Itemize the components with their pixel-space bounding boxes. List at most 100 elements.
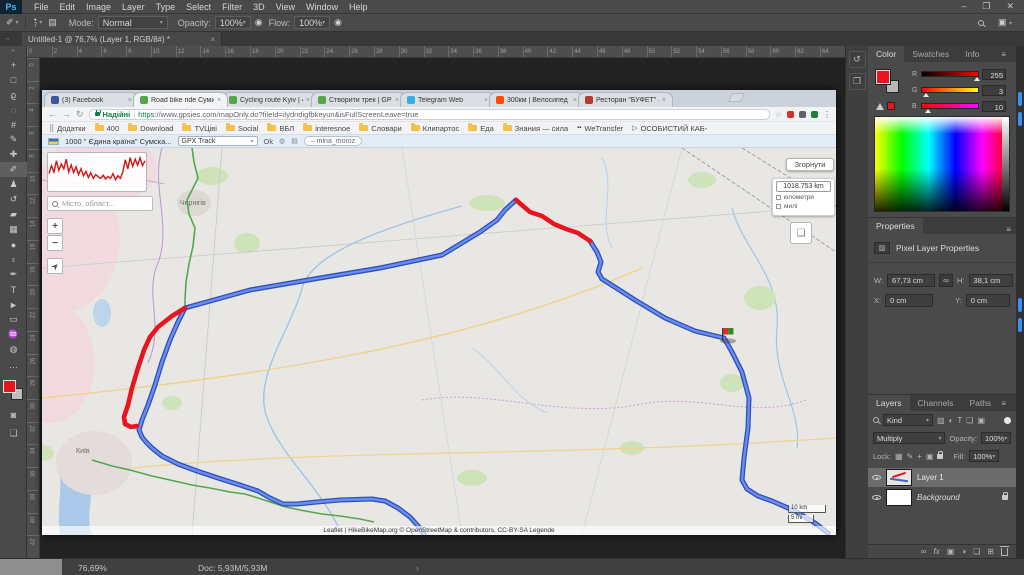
type-tool[interactable]: T: [0, 282, 27, 297]
layer-row-layer1[interactable]: Layer 1: [868, 468, 1016, 487]
kilometers-checkbox[interactable]: [776, 195, 781, 200]
filter-type-icon[interactable]: T: [957, 416, 962, 425]
blue-slider[interactable]: [921, 103, 979, 109]
visibility-eye-icon[interactable]: [872, 475, 881, 480]
menu-item[interactable]: Edit: [60, 2, 76, 12]
screen-mode-icon[interactable]: ❏: [0, 428, 27, 439]
menu-item[interactable]: Type: [156, 2, 176, 12]
close-icon[interactable]: ✕: [1006, 1, 1014, 12]
filter-smart-object-icon[interactable]: ▣: [977, 416, 985, 425]
delete-layer-icon[interactable]: [1001, 548, 1008, 556]
menu-item[interactable]: File: [34, 2, 49, 12]
bookmark-slovari[interactable]: Словари: [359, 124, 401, 133]
track-type-select[interactable]: GPX Track▾: [178, 136, 258, 146]
navigator-panel-icon[interactable]: ❐: [849, 73, 866, 90]
rect-marquee-tool[interactable]: □: [0, 72, 27, 87]
zoom-tool[interactable]: ◍: [0, 342, 27, 357]
gradient-tool[interactable]: ▦: [0, 222, 27, 237]
visibility-eye-icon[interactable]: [872, 495, 881, 500]
tab-close-icon[interactable]: ×: [662, 97, 666, 104]
color-swatches[interactable]: [3, 380, 25, 402]
panel-menu-icon[interactable]: ≡: [1006, 225, 1016, 234]
tab-close-icon[interactable]: ×: [217, 97, 221, 104]
height-field[interactable]: 38,1 cm: [969, 274, 1013, 287]
bookmark-wetransfer[interactable]: ▪▪ WeTransfer: [577, 124, 623, 133]
zoom-out-button[interactable]: −: [47, 235, 63, 251]
menu-item[interactable]: Image: [86, 2, 111, 12]
bookmark-interesnoe[interactable]: interesnoe: [303, 124, 350, 133]
opacity-select[interactable]: 100%▾: [215, 16, 251, 29]
menu-item[interactable]: Help: [349, 2, 368, 12]
dodge-tool[interactable]: ♀: [0, 252, 27, 267]
tab-close-icon[interactable]: ×: [306, 97, 310, 104]
tab-telegram[interactable]: Telegram Web ×: [400, 92, 495, 107]
locate-button[interactable]: ➤: [47, 258, 63, 274]
lock-transparency-icon[interactable]: ▦: [895, 452, 903, 461]
clone-stamp-tool[interactable]: ♟: [0, 177, 27, 192]
search-icon[interactable]: [978, 20, 984, 26]
pressure-opacity-icon[interactable]: ◉: [255, 17, 263, 28]
forward-icon[interactable]: →: [62, 109, 71, 119]
bookmark-tv[interactable]: ТVЦіві: [182, 124, 216, 133]
brush-preset-picker[interactable]: ●7: [34, 18, 38, 28]
map-search-input[interactable]: Місто, област...: [47, 196, 153, 211]
tab-info[interactable]: Info: [957, 46, 987, 62]
filter-shape-icon[interactable]: ❏: [966, 416, 973, 425]
tab-properties[interactable]: Properties: [868, 218, 923, 234]
bookmark-eda[interactable]: Еда: [468, 124, 494, 133]
tab-channels[interactable]: Channels: [910, 395, 962, 411]
tab-gpsies-kyiv[interactable]: Cycling route Kyiv | 400... ×: [222, 92, 317, 107]
layer-fill-select[interactable]: 100%▾: [969, 450, 999, 462]
link-dimensions-icon[interactable]: ∞: [939, 274, 953, 287]
gamut-swatch[interactable]: [887, 102, 895, 110]
menu-item[interactable]: View: [276, 2, 295, 12]
history-panel-icon[interactable]: ↺: [849, 51, 866, 68]
lock-all-icon[interactable]: [937, 454, 943, 459]
panel-menu-icon[interactable]: ≡: [1001, 399, 1011, 408]
bookmark-download[interactable]: Download: [128, 124, 173, 133]
menu-item[interactable]: Select: [186, 2, 211, 12]
tab-layers[interactable]: Layers: [868, 395, 910, 411]
pen-tool[interactable]: ✒: [0, 267, 27, 282]
hand-tool[interactable]: ♒: [0, 327, 27, 342]
document-tab[interactable]: Untitled-1 @ 76,7% (Layer 1, RGB/8#) * ×: [22, 32, 222, 46]
tab-close-icon[interactable]: ×: [395, 97, 399, 104]
healing-brush-tool[interactable]: ✚: [0, 147, 27, 162]
new-layer-icon[interactable]: ⊞: [987, 547, 994, 556]
layer-thumbnail[interactable]: [886, 489, 912, 506]
blue-value[interactable]: 10: [982, 101, 1006, 112]
track-title[interactable]: 1000 " Єдина країна" Сумска...: [65, 137, 172, 146]
path-selection-tool[interactable]: ►: [0, 297, 27, 312]
green-slider[interactable]: [921, 87, 979, 93]
ok-button[interactable]: Ok: [264, 137, 274, 146]
quick-selection-tool[interactable]: ◌: [0, 102, 27, 117]
tab-restaurant[interactable]: Ресторан "БУФЕТ" – Ки... ×: [578, 92, 673, 107]
green-value[interactable]: 3: [982, 85, 1006, 96]
download-icon[interactable]: ◍: [279, 137, 285, 145]
tab-gpsies-create[interactable]: Створити трек | GPSies ×: [311, 92, 406, 107]
layer-row-background[interactable]: Background: [868, 488, 1016, 507]
extension-icon-green[interactable]: [811, 111, 818, 118]
lock-position-icon[interactable]: +: [917, 452, 922, 461]
toolbar-collapse-icon[interactable]: »: [0, 46, 26, 57]
filter-pixel-icon[interactable]: ▨: [937, 416, 945, 425]
layer-thumbnail[interactable]: [886, 469, 912, 486]
tab-color[interactable]: Color: [868, 46, 904, 62]
panel-color-swatches[interactable]: [876, 70, 902, 96]
tab-facebook[interactable]: (3) Facebook ×: [44, 92, 139, 107]
airbrush-icon[interactable]: ◉: [334, 17, 342, 28]
canvas-document[interactable]: (3) Facebook × Road bike ride Суми | 10.…: [42, 90, 836, 535]
quick-mask-icon[interactable]: ◙: [0, 410, 27, 420]
extension-icon-gray[interactable]: [799, 111, 806, 118]
back-icon[interactable]: ←: [48, 109, 57, 119]
width-field[interactable]: 67,73 cm: [887, 274, 935, 287]
elevation-profile[interactable]: [47, 152, 147, 192]
lock-pixels-icon[interactable]: ✎: [907, 452, 914, 461]
miles-checkbox[interactable]: [776, 204, 781, 209]
tab-scroll-icon[interactable]: ↔: [4, 35, 11, 42]
y-field[interactable]: 0 cm: [966, 294, 1010, 307]
bookmark-kabinet[interactable]: ▷ ОСОБИСТИЙ КАБ-: [632, 124, 707, 133]
user-badge[interactable]: – mina_moroz: [304, 136, 362, 146]
layer-opacity-select[interactable]: 100%▾: [981, 432, 1011, 444]
more-tools[interactable]: …: [0, 357, 27, 372]
